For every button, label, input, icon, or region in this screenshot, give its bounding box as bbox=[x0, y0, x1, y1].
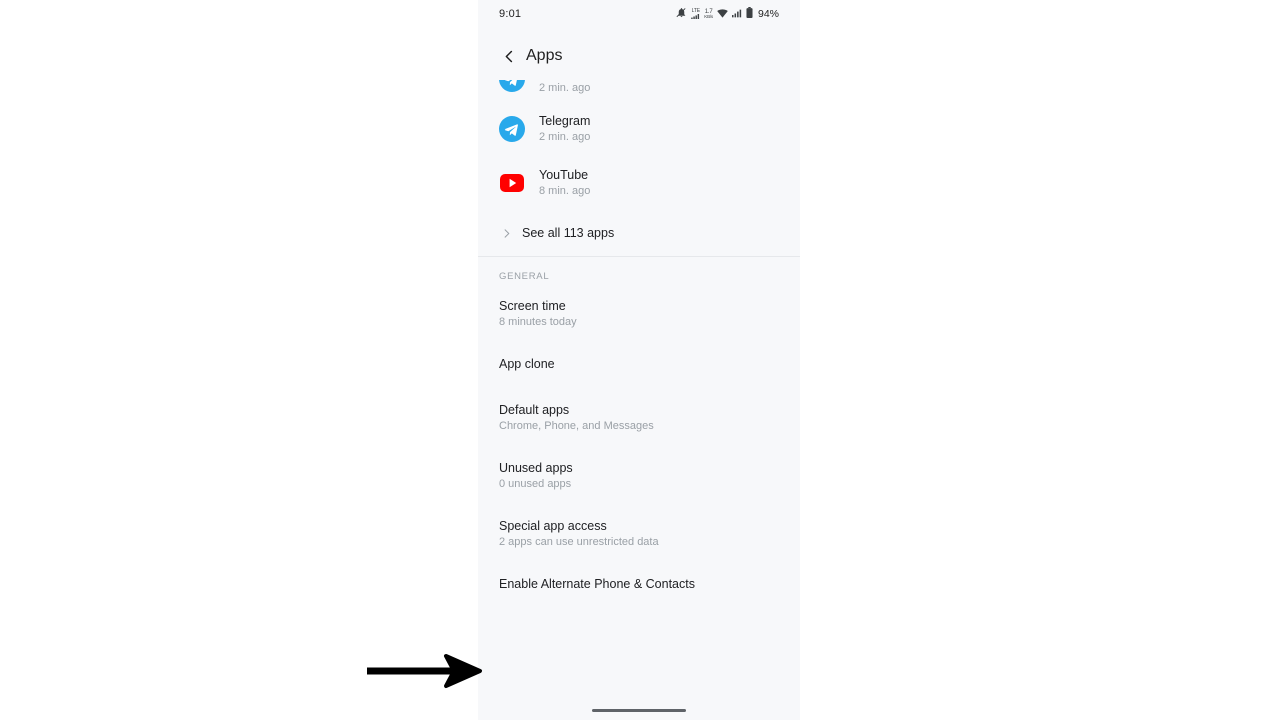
settings-row-app-clone[interactable]: App clone bbox=[478, 356, 800, 372]
general-section: GENERAL Screen time 8 minutes today App … bbox=[478, 257, 800, 592]
app-icon-clipped bbox=[499, 80, 525, 102]
app-name: Telegram bbox=[539, 114, 591, 128]
settings-row-screen-time[interactable]: Screen time 8 minutes today bbox=[478, 298, 800, 330]
chevron-right-icon bbox=[499, 226, 513, 240]
list-item[interactable]: Telegram 2 min. ago bbox=[478, 102, 800, 156]
settings-row-title: Special app access bbox=[499, 519, 607, 533]
network-speed-icon: 1.7 KB/s bbox=[704, 8, 713, 19]
chevron-left-icon bbox=[505, 50, 512, 62]
pointer-arrow-right bbox=[362, 652, 486, 690]
app-last-used: 2 min. ago bbox=[539, 82, 591, 94]
home-gesture-bar[interactable] bbox=[592, 708, 686, 712]
recent-apps-card: 2 min. ago Telegram 2 min. ago YouTube 8… bbox=[478, 80, 800, 256]
list-item-text: Telegram 2 min. ago bbox=[539, 114, 590, 144]
battery-percentage: 94% bbox=[757, 8, 779, 20]
app-last-used: 2 min. ago bbox=[539, 131, 591, 143]
settings-row-subtitle: 0 unused apps bbox=[499, 478, 572, 490]
settings-row-title: Screen time bbox=[499, 299, 566, 313]
status-bar-icons: LTE 1.7 KB/s 94% bbox=[676, 5, 779, 23]
settings-scroll-content[interactable]: 2 min. ago Telegram 2 min. ago YouTube 8… bbox=[478, 80, 800, 592]
notification-silenced-icon bbox=[676, 5, 687, 23]
settings-row-enable-alternate-phone-contacts[interactable]: Enable Alternate Phone & Contacts bbox=[478, 576, 800, 592]
settings-row-title: Enable Alternate Phone & Contacts bbox=[499, 577, 695, 591]
see-all-apps-label: See all 113 apps bbox=[522, 226, 615, 240]
youtube-icon bbox=[499, 170, 525, 196]
settings-row-title: App clone bbox=[499, 357, 555, 371]
list-item-text: 2 min. ago bbox=[539, 80, 590, 95]
settings-row-subtitle: 8 minutes today bbox=[499, 316, 577, 328]
wifi-icon bbox=[717, 5, 728, 23]
settings-row-default-apps[interactable]: Default apps Chrome, Phone, and Messages bbox=[478, 402, 800, 434]
settings-row-subtitle: 2 apps can use unrestricted data bbox=[499, 536, 659, 548]
list-item[interactable]: 2 min. ago bbox=[478, 80, 800, 102]
list-item[interactable]: YouTube 8 min. ago bbox=[478, 156, 800, 210]
list-item-text: YouTube 8 min. ago bbox=[539, 168, 590, 198]
cellular-signal-icon bbox=[731, 5, 742, 23]
settings-row-subtitle: Chrome, Phone, and Messages bbox=[499, 420, 654, 432]
app-last-used: 8 min. ago bbox=[539, 185, 591, 197]
app-name: YouTube bbox=[539, 168, 589, 182]
app-bar: Apps bbox=[478, 36, 800, 76]
settings-row-title: Unused apps bbox=[499, 461, 573, 475]
settings-row-special-app-access[interactable]: Special app access 2 apps can use unrest… bbox=[478, 518, 800, 550]
settings-row-unused-apps[interactable]: Unused apps 0 unused apps bbox=[478, 460, 800, 492]
status-bar-clock: 9:01 bbox=[499, 8, 522, 20]
lte-signal-icon: LTE bbox=[691, 9, 700, 19]
status-bar: 9:01 LTE 1.7 KB/s 94% bbox=[478, 0, 800, 28]
clipped-blue-app-icon bbox=[499, 80, 525, 92]
telegram-icon bbox=[499, 116, 525, 142]
battery-icon bbox=[746, 5, 753, 23]
page-title: Apps bbox=[526, 47, 563, 64]
section-header-general: GENERAL bbox=[499, 271, 550, 282]
settings-row-title: Default apps bbox=[499, 403, 570, 417]
phone-screen: 9:01 LTE 1.7 KB/s 94% Apps 2 min. ago Te… bbox=[478, 0, 800, 720]
back-button[interactable] bbox=[498, 45, 520, 67]
see-all-apps-button[interactable]: See all 113 apps bbox=[478, 210, 800, 256]
